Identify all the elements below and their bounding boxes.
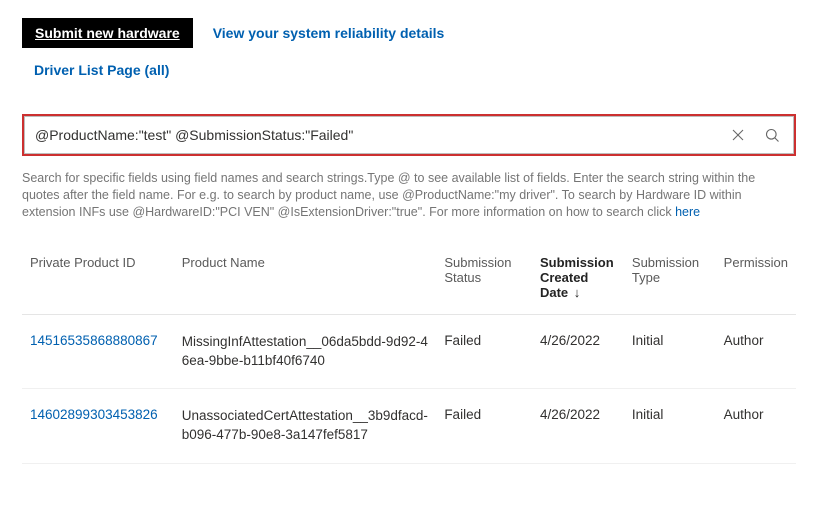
- reliability-details-link[interactable]: View your system reliability details: [213, 25, 445, 41]
- submissions-table: Private Product ID Product Name Submissi…: [22, 245, 796, 465]
- submit-new-hardware-button[interactable]: Submit new hardware: [22, 18, 193, 48]
- submission-type-cell: Initial: [624, 314, 716, 389]
- clear-search-button[interactable]: [728, 125, 748, 145]
- column-header-status[interactable]: Submission Status: [436, 245, 532, 315]
- permission-cell: Author: [716, 314, 796, 389]
- column-header-name[interactable]: Product Name: [174, 245, 437, 315]
- product-id-link[interactable]: 14602899303453826: [30, 407, 158, 422]
- product-name-cell: MissingInfAttestation__06da5bdd-9d92-46e…: [174, 314, 437, 389]
- table-row: 14602899303453826 UnassociatedCertAttesta…: [22, 389, 796, 464]
- submission-date-cell: 4/26/2022: [532, 314, 624, 389]
- submission-date-cell: 4/26/2022: [532, 389, 624, 464]
- driver-list-page-link[interactable]: Driver List Page (all): [34, 62, 796, 78]
- column-header-created-date[interactable]: Submission Created Date ↓: [532, 245, 624, 315]
- submission-status-cell: Failed: [436, 389, 532, 464]
- column-header-id[interactable]: Private Product ID: [22, 245, 174, 315]
- table-row: 14516535868880867 MissingInfAttestation__…: [22, 314, 796, 389]
- search-button[interactable]: [762, 125, 783, 146]
- product-id-link[interactable]: 14516535868880867: [30, 333, 158, 348]
- search-help-text: Search for specific fields using field n…: [22, 170, 796, 221]
- search-icon: [765, 128, 780, 143]
- submission-status-cell: Failed: [436, 314, 532, 389]
- search-container: [22, 114, 796, 156]
- column-header-permission[interactable]: Permission: [716, 245, 796, 315]
- product-name-cell: UnassociatedCertAttestation__3b9dfacd-b0…: [174, 389, 437, 464]
- submission-type-cell: Initial: [624, 389, 716, 464]
- search-help-link[interactable]: here: [675, 205, 700, 219]
- search-input[interactable]: [35, 127, 728, 143]
- close-icon: [731, 128, 745, 142]
- sort-descending-icon: ↓: [574, 285, 581, 300]
- permission-cell: Author: [716, 389, 796, 464]
- column-header-type[interactable]: Submission Type: [624, 245, 716, 315]
